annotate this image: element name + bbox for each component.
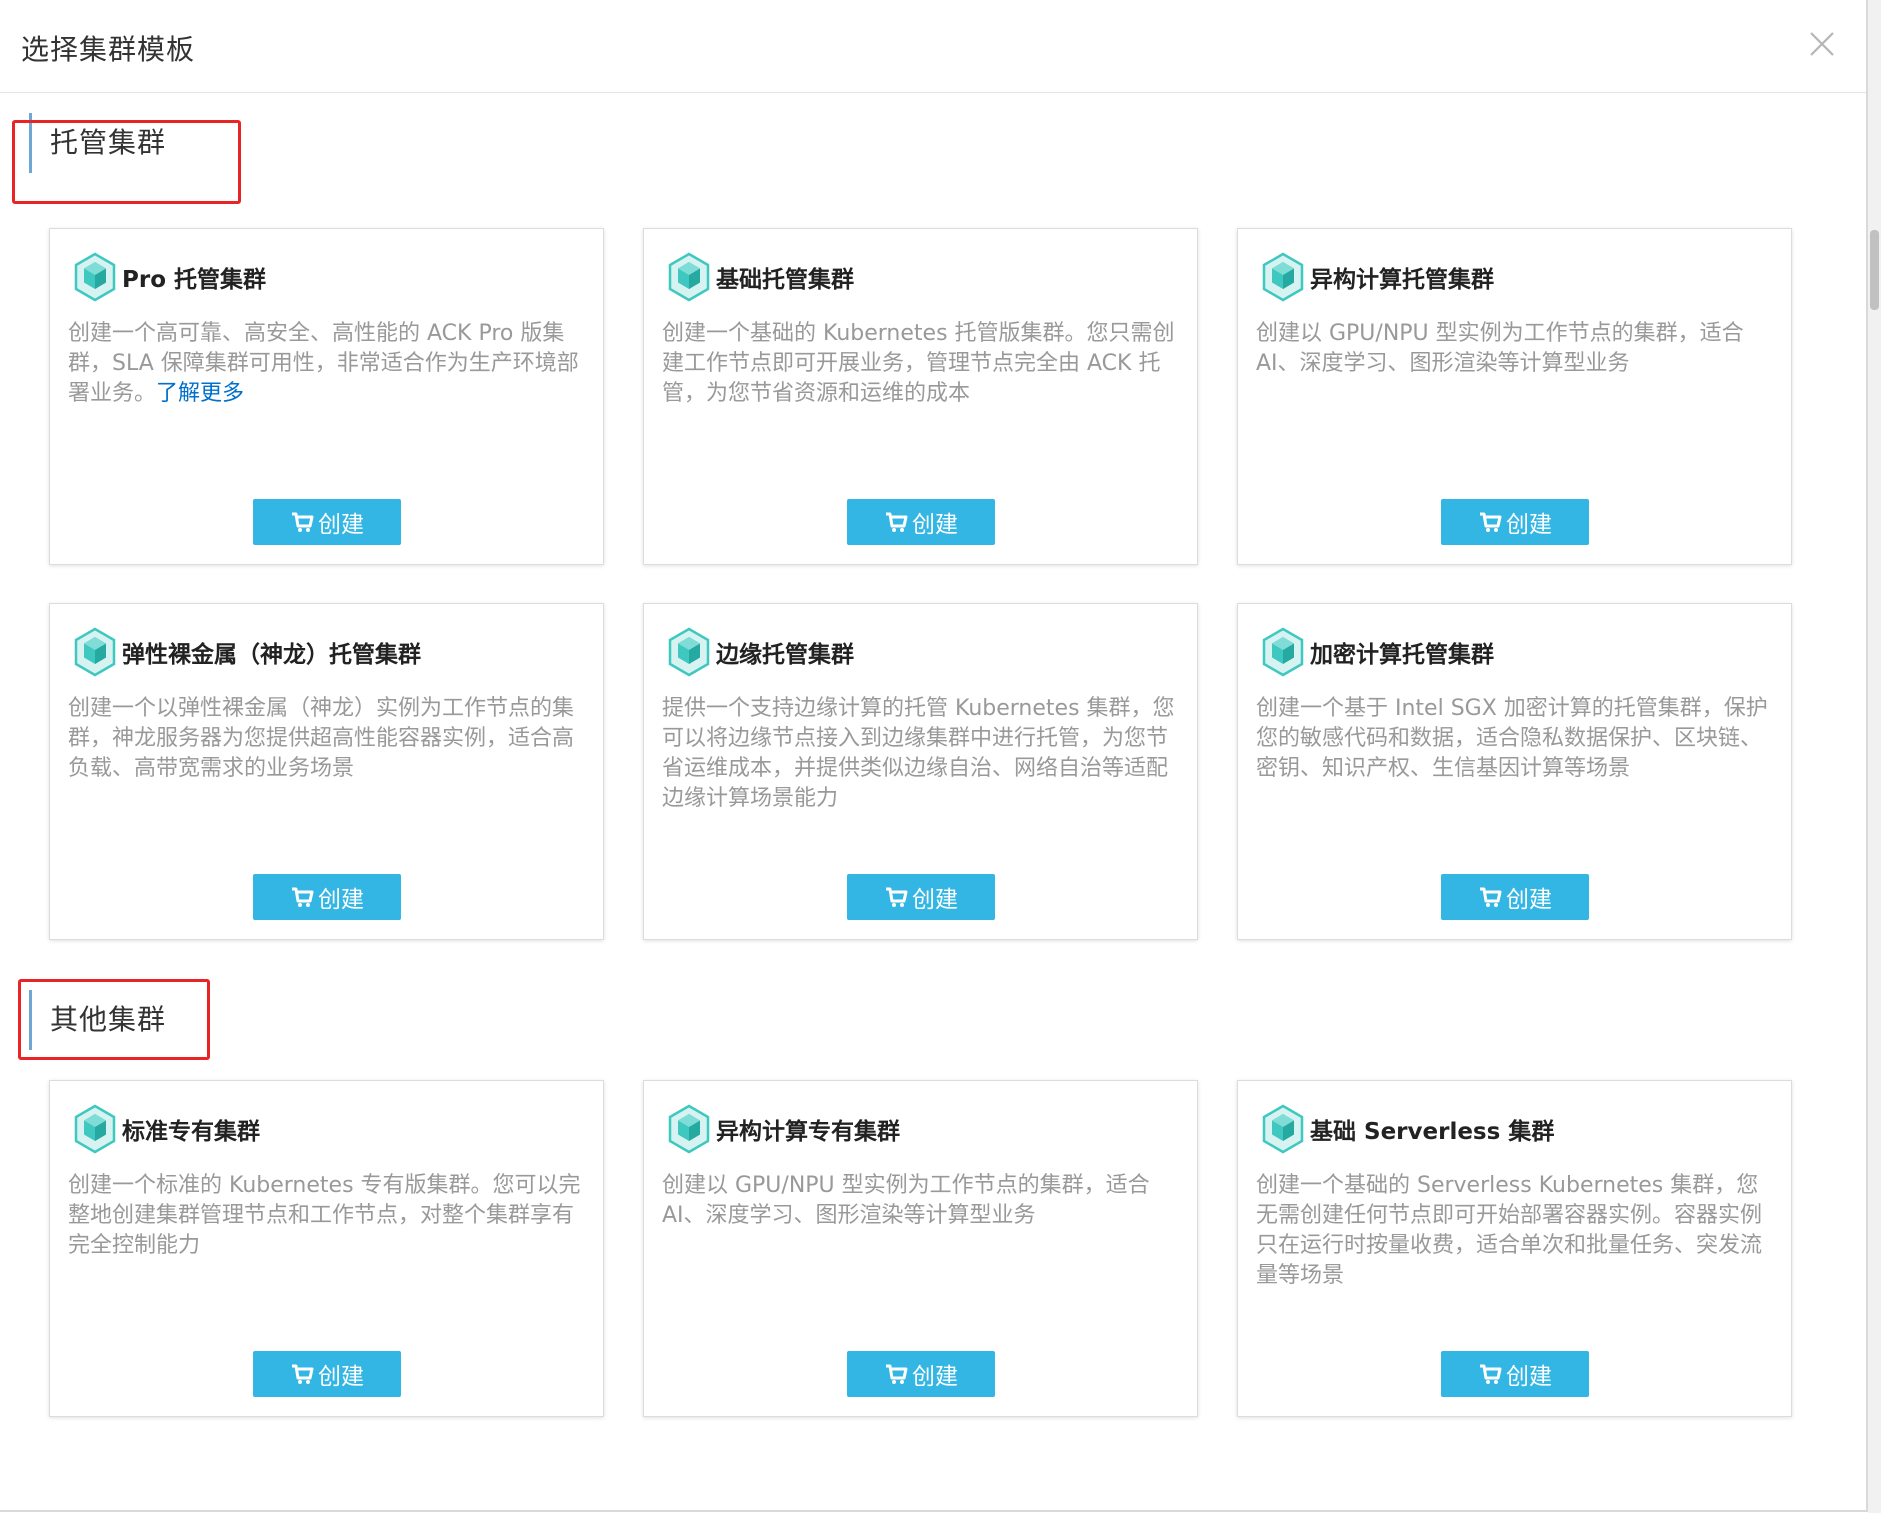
cluster-hexagon-icon <box>1262 627 1304 677</box>
close-icon[interactable] <box>1806 28 1838 60</box>
card-title: 基础 Serverless 集群 <box>1310 1119 1555 1145</box>
cluster-hexagon-icon <box>74 627 116 677</box>
create-button-label: 创建 <box>318 887 364 913</box>
section-heading-other: 其他集群 <box>29 990 166 1050</box>
create-button[interactable]: 创建 <box>1441 499 1589 545</box>
cluster-hexagon-icon <box>668 627 710 677</box>
select-cluster-template-dialog: 选择集群模板 托管集群 其他集群 Pro 托管集群 创建一个高可靠、高安全、高性… <box>0 0 1868 1512</box>
learn-more-link[interactable]: 了解更多 <box>156 381 244 406</box>
scrollbar-track[interactable] <box>1868 0 1881 1513</box>
cluster-card-basic-managed: 基础托管集群 创建一个基础的 Kubernetes 托管版集群。您只需创建工作节… <box>643 228 1198 565</box>
card-description: 创建一个基于 Intel SGX 加密计算的托管集群，保护您的敏感代码和数据，适… <box>1256 696 1768 781</box>
card-description-text: 创建一个高可靠、高安全、高性能的 ACK Pro 版集群，SLA 保障集群可用性… <box>68 321 579 406</box>
card-title: 基础托管集群 <box>716 267 854 293</box>
cluster-hexagon-icon <box>668 252 710 302</box>
cart-icon <box>1480 1364 1502 1384</box>
create-button[interactable]: 创建 <box>253 499 401 545</box>
create-button[interactable]: 创建 <box>253 874 401 920</box>
cart-icon <box>886 512 908 532</box>
cluster-card-basic-serverless: 基础 Serverless 集群 创建一个基础的 Serverless Kube… <box>1237 1080 1792 1417</box>
cluster-hexagon-icon <box>668 1104 710 1154</box>
create-button[interactable]: 创建 <box>847 874 995 920</box>
card-title: 异构计算专有集群 <box>716 1119 900 1145</box>
section-heading-managed: 托管集群 <box>29 113 166 173</box>
cart-icon <box>292 512 314 532</box>
card-description: 创建一个标准的 Kubernetes 专有版集群。您可以完整地创建集群管理节点和… <box>68 1173 581 1258</box>
create-button-label: 创建 <box>1506 1364 1552 1390</box>
cart-icon <box>1480 512 1502 532</box>
card-description: 创建一个基础的 Serverless Kubernetes 集群，您无需创建任何… <box>1256 1173 1763 1288</box>
cluster-hexagon-icon <box>1262 252 1304 302</box>
create-button-label: 创建 <box>912 512 958 538</box>
create-button-label: 创建 <box>318 512 364 538</box>
create-button-label: 创建 <box>1506 887 1552 913</box>
cart-icon <box>1480 887 1502 907</box>
create-button[interactable]: 创建 <box>253 1351 401 1397</box>
cluster-hexagon-icon <box>1262 1104 1304 1154</box>
create-button[interactable]: 创建 <box>847 1351 995 1397</box>
cluster-card-edge-managed: 边缘托管集群 提供一个支持边缘计算的托管 Kubernetes 集群，您可以将边… <box>643 603 1198 940</box>
cart-icon <box>886 1364 908 1384</box>
card-title: 标准专有集群 <box>122 1119 260 1145</box>
create-button[interactable]: 创建 <box>1441 1351 1589 1397</box>
create-button-label: 创建 <box>1506 512 1552 538</box>
cluster-card-confidential-managed: 加密计算托管集群 创建一个基于 Intel SGX 加密计算的托管集群，保护您的… <box>1237 603 1792 940</box>
cluster-card-standard-dedicated: 标准专有集群 创建一个标准的 Kubernetes 专有版集群。您可以完整地创建… <box>49 1080 604 1417</box>
cart-icon <box>886 887 908 907</box>
create-button-label: 创建 <box>912 1364 958 1390</box>
card-description: 创建一个以弹性裸金属（神龙）实例为工作节点的集群，神龙服务器为您提供超高性能容器… <box>68 696 575 781</box>
card-title: 边缘托管集群 <box>716 642 854 668</box>
dialog-title: 选择集群模板 <box>21 33 196 66</box>
create-button-label: 创建 <box>912 887 958 913</box>
cluster-card-pro-managed: Pro 托管集群 创建一个高可靠、高安全、高性能的 ACK Pro 版集群，SL… <box>49 228 604 565</box>
card-title: 弹性裸金属（神龙）托管集群 <box>122 642 421 668</box>
cluster-card-heterogeneous-managed: 异构计算托管集群 创建以 GPU/NPU 型实例为工作节点的集群，适合 AI、深… <box>1237 228 1792 565</box>
card-description: 创建一个基础的 Kubernetes 托管版集群。您只需创建工作节点即可开展业务… <box>662 321 1175 406</box>
card-title: 异构计算托管集群 <box>1310 267 1494 293</box>
card-description: 提供一个支持边缘计算的托管 Kubernetes 集群，您可以将边缘节点接入到边… <box>662 696 1175 811</box>
card-title: 加密计算托管集群 <box>1310 642 1494 668</box>
cluster-card-bare-metal-managed: 弹性裸金属（神龙）托管集群 创建一个以弹性裸金属（神龙）实例为工作节点的集群，神… <box>49 603 604 940</box>
cart-icon <box>292 887 314 907</box>
cluster-hexagon-icon <box>74 1104 116 1154</box>
create-button[interactable]: 创建 <box>847 499 995 545</box>
scrollbar-thumb[interactable] <box>1870 230 1879 310</box>
dialog-header: 选择集群模板 <box>0 0 1866 93</box>
cluster-card-heterogeneous-dedicated: 异构计算专有集群 创建以 GPU/NPU 型实例为工作节点的集群，适合 AI、深… <box>643 1080 1198 1417</box>
card-description: 创建一个高可靠、高安全、高性能的 ACK Pro 版集群，SLA 保障集群可用性… <box>68 319 590 409</box>
card-title: Pro 托管集群 <box>122 267 267 293</box>
create-button-label: 创建 <box>318 1364 364 1390</box>
card-description: 创建以 GPU/NPU 型实例为工作节点的集群，适合 AI、深度学习、图形渲染等… <box>1256 321 1744 376</box>
card-description: 创建以 GPU/NPU 型实例为工作节点的集群，适合 AI、深度学习、图形渲染等… <box>662 1173 1150 1228</box>
cluster-hexagon-icon <box>74 252 116 302</box>
create-button[interactable]: 创建 <box>1441 874 1589 920</box>
cart-icon <box>292 1364 314 1384</box>
